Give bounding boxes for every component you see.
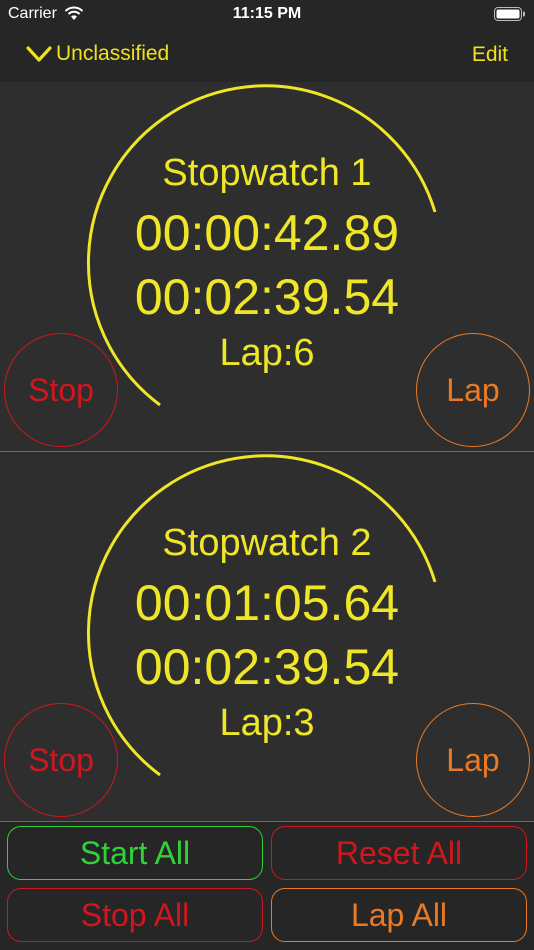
status-bar: Carrier 11:15 PM <box>0 0 534 30</box>
reset-all-button[interactable]: Reset All <box>271 826 527 880</box>
folder-selector[interactable]: Unclassified <box>26 42 169 66</box>
stopwatch-name: Stopwatch 1 <box>162 152 372 194</box>
chevron-down-icon <box>26 46 52 62</box>
lap-time: 00:01:05.64 <box>134 575 400 631</box>
navigation-bar: Unclassified Edit <box>0 30 534 82</box>
total-time: 00:02:39.54 <box>134 269 400 325</box>
folder-label: Unclassified <box>56 42 170 65</box>
lap-all-button[interactable]: Lap All <box>271 888 527 942</box>
lap-time: 00:00:42.89 <box>134 205 400 261</box>
status-time: 11:15 PM <box>232 5 302 22</box>
edit-button[interactable]: Edit <box>472 43 508 67</box>
start-all-button[interactable]: Start All <box>7 826 263 880</box>
stop-button[interactable]: Stop <box>4 703 118 817</box>
lap-button[interactable]: Lap <box>416 333 530 447</box>
lap-button[interactable]: Lap <box>416 703 530 817</box>
stopwatch-card-2: Stopwatch 2 00:01:05.64 00:02:39.54 Lap:… <box>0 452 534 821</box>
stopwatch-name: Stopwatch 2 <box>162 522 372 564</box>
battery-icon <box>494 7 525 21</box>
stopwatch-card-1: Stopwatch 1 00:00:42.89 00:02:39.54 Lap:… <box>0 82 534 451</box>
total-time: 00:02:39.54 <box>134 639 400 695</box>
stop-all-button[interactable]: Stop All <box>7 888 263 942</box>
stop-button[interactable]: Stop <box>4 333 118 447</box>
bottom-action-bar: Start All Reset All Stop All Lap All <box>0 822 534 950</box>
